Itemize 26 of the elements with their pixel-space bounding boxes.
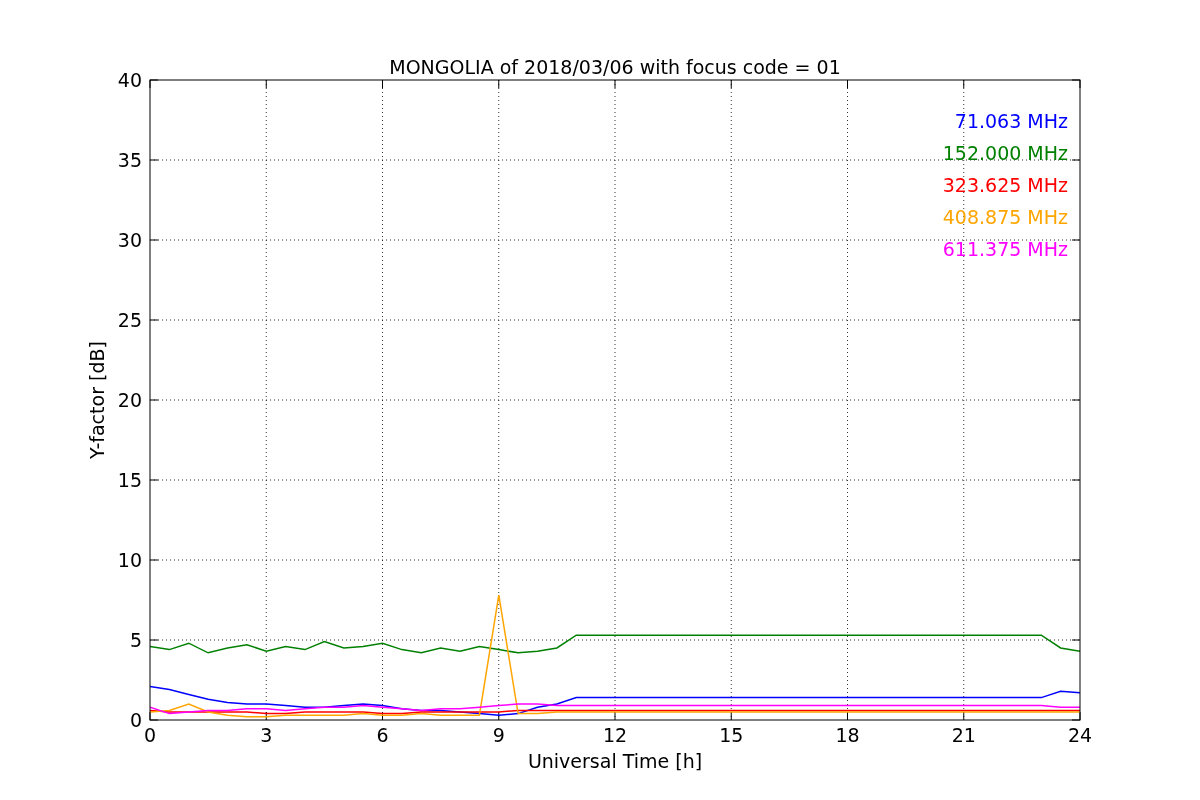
chart-title: MONGOLIA of 2018/03/06 with focus code = 01	[389, 56, 841, 78]
x-axis-label: Universal Time [h]	[527, 750, 703, 772]
x-tick-label: 0	[143, 724, 157, 746]
legend-label: 152.000 MHz	[942, 142, 1068, 164]
y-tick-label: 5	[129, 629, 142, 651]
x-tick-label: 21	[951, 724, 976, 746]
y-tick-label: 15	[117, 469, 142, 491]
y-tick-label: 30	[117, 229, 142, 251]
y-axis-label: Y-factor [dB]	[86, 341, 108, 459]
legend-label: 611.375 MHz	[942, 238, 1068, 260]
legend-label: 71.063 MHz	[954, 110, 1068, 132]
y-tick-label: 25	[117, 309, 142, 331]
x-tick-label: 18	[835, 724, 860, 746]
x-tick-label: 12	[602, 724, 628, 746]
y-tick-label: 0	[129, 709, 142, 731]
legend-label: 323.625 MHz	[942, 174, 1068, 196]
x-tick-label: 3	[260, 724, 273, 746]
y-tick-label: 10	[117, 549, 142, 571]
y-tick-label: 35	[117, 149, 142, 171]
x-tick-label: 6	[376, 724, 389, 746]
x-tick-label: 9	[492, 724, 505, 746]
y-tick-label: 20	[117, 389, 142, 411]
x-tick-label: 24	[1067, 724, 1093, 746]
x-tick-label: 15	[719, 724, 744, 746]
y-tick-label: 40	[117, 69, 142, 91]
legend-label: 408.875 MHz	[942, 206, 1068, 228]
